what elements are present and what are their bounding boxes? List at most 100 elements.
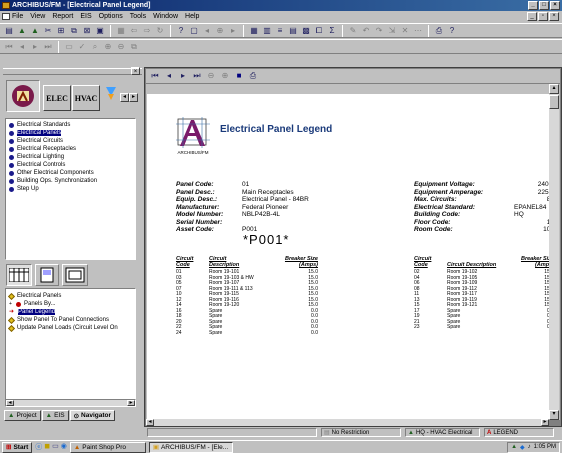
filter-icon[interactable]: ▩ [300,25,312,37]
open-icon[interactable]: ▤ [3,25,15,37]
refresh-icon[interactable]: ↻ [154,25,166,37]
menu-eis[interactable]: EIS [80,13,91,20]
last-page-icon[interactable]: ⏭ [191,70,203,82]
explorer-icon[interactable]: ◼ [44,442,50,452]
page-icon[interactable]: ▢ [188,25,200,37]
task-archibus[interactable]: ▣ ARCHIBUS/FM - [Ele... [148,441,233,453]
form-view-icon[interactable] [35,264,59,286]
first-page-icon[interactable]: ⏮ [149,70,161,82]
ie-icon[interactable]: ⓔ [35,442,42,452]
tab-scroll-right-icon[interactable]: ▸ [129,93,138,102]
scroll-left-icon[interactable]: ◂ [6,400,14,406]
insert-icon[interactable]: ⊕ [102,41,114,53]
hvac-activity-icon[interactable] [103,83,119,103]
tree-item[interactable]: Electrical Controls [6,161,135,169]
task-paint-shop-pro[interactable]: ▲ Paint Shop Pro [69,441,146,453]
mdi-restore-button[interactable]: ▫ [538,12,548,21]
prev-page-icon[interactable]: ◂ [163,70,175,82]
report-vscrollbar[interactable]: ▴ ▾ [549,84,559,420]
table-view-icon[interactable] [6,264,32,286]
desktop-icon[interactable]: ▭ [52,442,59,452]
tree-item[interactable]: Electrical Standards [6,121,135,129]
scroll-up-icon[interactable]: ▴ [549,84,559,94]
remove-icon[interactable]: ⊖ [115,41,127,53]
drawing-view-icon[interactable] [62,264,88,286]
last-icon[interactable]: ⏭ [42,41,54,53]
cut-icon[interactable]: ✂ [42,25,54,37]
tab-scroll-left-icon[interactable]: ◂ [120,93,129,102]
layer-icon[interactable]: ⧉ [68,25,80,37]
task-item[interactable]: Electrical Panels [6,292,135,300]
menu-file[interactable]: File [12,13,23,20]
forward-icon[interactable]: ⇨ [141,25,153,37]
scroll-right-icon[interactable]: ▸ [127,400,135,406]
menu-options[interactable]: Options [99,13,123,20]
menu-report[interactable]: Report [52,13,73,20]
task-list-scrollbar[interactable]: ◂ ▸ [5,399,136,407]
nav-right-icon[interactable]: ▸ [227,25,239,37]
zoom-icon[interactable]: ⊠ [81,25,93,37]
tree-item[interactable]: Electrical Panels [6,129,135,137]
nav-icon[interactable]: ⊕ [214,25,226,37]
task-item[interactable]: Update Panel Loads (Circuit Level On [6,324,135,332]
mdi-minimize-button[interactable]: _ [527,12,537,21]
mdi-close-button[interactable]: × [549,12,559,21]
zoom-in-icon[interactable]: ⊕ [219,70,231,82]
start-button[interactable]: ⊞ Start [2,441,33,453]
form-icon[interactable]: ▭ [63,41,75,53]
zoom-out-icon[interactable]: ⊖ [205,70,217,82]
sort-icon[interactable]: ≡ [274,25,286,37]
find-icon[interactable]: ⌕ [89,41,101,53]
ok-icon[interactable]: ✓ [76,41,88,53]
hscroll-left-icon[interactable]: ◂ [146,419,154,426]
tree-item[interactable]: Electrical Circuits [6,137,135,145]
first-icon[interactable]: ⏮ [3,41,15,53]
task-item[interactable]: Show Panel To Panel Connections [6,316,135,324]
volume-icon[interactable]: ♪ [528,444,531,450]
copy-icon[interactable]: ⧉ [128,41,140,53]
back-icon[interactable]: ⇦ [128,25,140,37]
hscroll-right-icon[interactable]: ▸ [541,419,549,426]
tab-elec[interactable]: ELEC [43,85,71,111]
stop-icon[interactable]: ■ [233,70,245,82]
tree-item[interactable]: Other Electrical Components [6,169,135,177]
navigator-close-icon[interactable]: × [131,67,140,75]
menu-help[interactable]: Help [185,13,199,20]
tray-icon[interactable]: ▲ [511,444,517,450]
undo-icon[interactable]: ↶ [360,25,372,37]
tab-hvac[interactable]: HVAC [72,85,100,111]
tree-item[interactable]: Building Ops. Synchronization [6,177,135,185]
print-icon[interactable]: ⎙ [433,25,445,37]
menu-view[interactable]: View [30,13,45,20]
grid-icon[interactable]: ▦ [115,25,127,37]
more-icon[interactable]: ⋯ [412,25,424,37]
tab-project[interactable]: ▲ Project [4,410,41,421]
plan-icon[interactable]: ⊞ [55,25,67,37]
tray-icon[interactable]: ◆ [520,444,525,451]
paste-icon[interactable]: ⧠ [313,25,325,37]
tab-navigator[interactable]: ⊙ Navigator [69,410,116,421]
window-title-bar[interactable]: ARCHIBUS/FM - [Electrical Panel Legend] … [0,0,562,11]
report-hscrollbar[interactable]: ◂ ▸ [146,419,549,426]
scroll-thumb[interactable] [549,95,559,109]
elec-activity-icon[interactable] [6,80,40,112]
task-item[interactable]: + Panels By... [6,300,135,308]
menu-tools[interactable]: Tools [130,13,146,20]
table-icon[interactable]: ▦ [248,25,260,37]
tree-item[interactable]: Step Up [6,185,135,193]
columns-icon[interactable]: ▤ [287,25,299,37]
whats-this-icon[interactable]: ? [446,25,458,37]
expand-icon[interactable]: + [9,301,13,307]
delete-icon[interactable]: ✕ [399,25,411,37]
next-page-icon[interactable]: ▸ [177,70,189,82]
menu-window[interactable]: Window [153,13,178,20]
next-icon[interactable]: ▸ [29,41,41,53]
prev-icon[interactable]: ◂ [16,41,28,53]
tree-item[interactable]: Electrical Lighting [6,153,135,161]
chart-icon[interactable]: ▥ [261,25,273,37]
scroll-down-icon[interactable]: ▾ [549,410,559,420]
print-report-icon[interactable]: ⎙ [247,70,259,82]
nav-left-icon[interactable]: ◂ [201,25,213,37]
redo-icon[interactable]: ↷ [373,25,385,37]
sum-icon[interactable]: Σ [326,25,338,37]
